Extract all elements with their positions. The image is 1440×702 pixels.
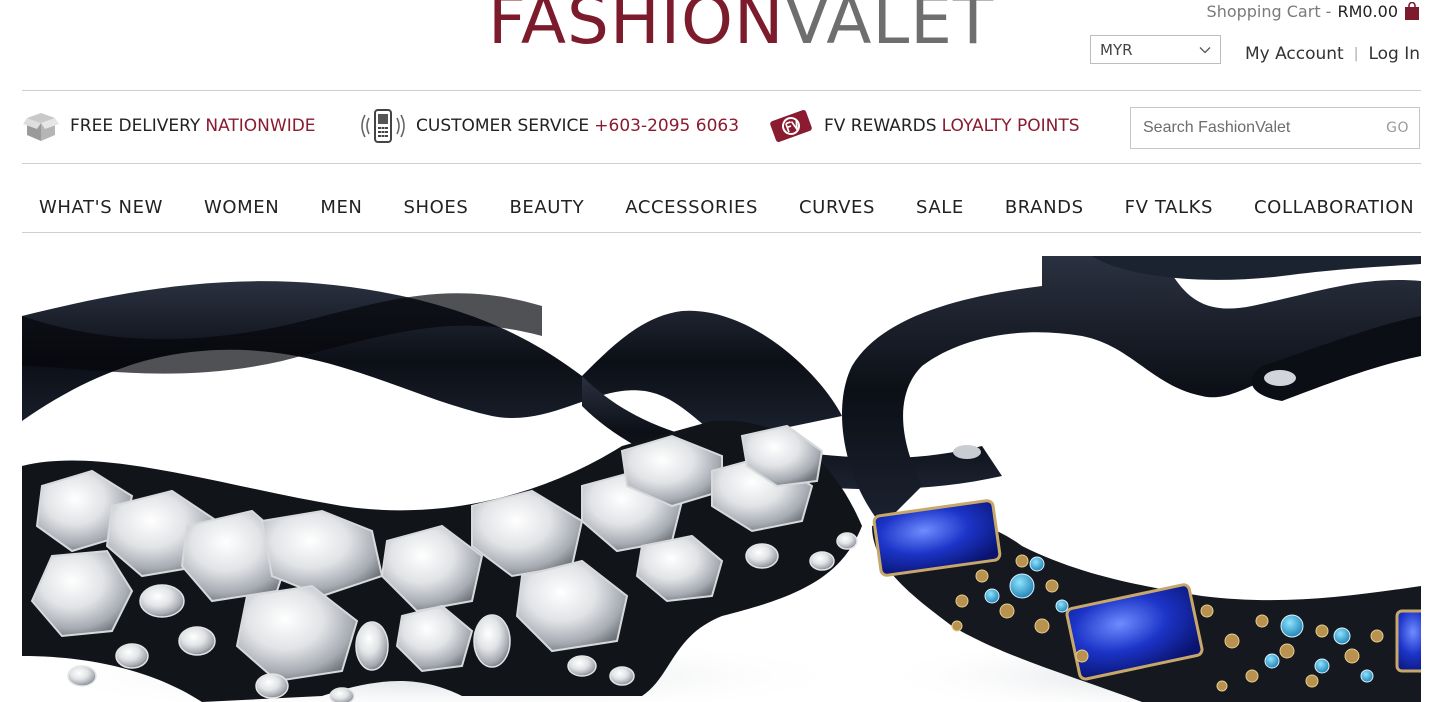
hero-banner[interactable]: [22, 256, 1421, 702]
box-icon: [23, 113, 59, 141]
delivery-highlight: NATIONWIDE: [205, 116, 316, 136]
currency-select[interactable]: MYR: [1090, 35, 1221, 64]
nav-item-women[interactable]: WOMEN: [204, 197, 279, 218]
shopping-bag-icon: [1405, 2, 1419, 20]
rewards-highlight: LOYALTY POINTS: [941, 116, 1080, 136]
header-divider: [22, 90, 1421, 91]
search-input[interactable]: [1143, 119, 1363, 137]
nav-divider: [22, 232, 1421, 233]
nav-item-curves[interactable]: CURVES: [799, 197, 875, 218]
logo-fashion: FASHION: [488, 0, 785, 59]
nav-item-shoes[interactable]: SHOES: [404, 197, 469, 218]
nav-item-brands[interactable]: BRANDS: [1005, 197, 1084, 218]
main-nav: WHAT'S NEW WOMEN MEN SHOES BEAUTY ACCESS…: [22, 187, 1421, 227]
account-links: My Account | Log In: [1245, 43, 1420, 65]
service-text: CUSTOMER SERVICE: [416, 116, 590, 136]
nav-item-beauty[interactable]: BEAUTY: [509, 197, 584, 218]
rewards-text: FV REWARDS: [824, 116, 937, 136]
delivery-text: FREE DELIVERY: [70, 116, 201, 136]
nav-item-collaboration[interactable]: COLLABORATION: [1254, 197, 1414, 218]
my-account-link[interactable]: My Account: [1245, 44, 1344, 64]
cart-amount: RM0.00: [1337, 1, 1398, 21]
search-box: GO: [1130, 107, 1420, 149]
phone-icon: [361, 109, 405, 143]
nav-item-sale[interactable]: SALE: [916, 197, 964, 218]
login-link[interactable]: Log In: [1368, 44, 1420, 64]
customer-service-info[interactable]: CUSTOMER SERVICE +603-2095 6063: [360, 104, 739, 148]
cart-label: Shopping Cart -: [1206, 1, 1332, 21]
free-delivery-info[interactable]: FREE DELIVERY NATIONWIDE: [22, 104, 316, 148]
fv-rewards-icon: [770, 110, 812, 142]
search-go-button[interactable]: GO: [1386, 120, 1409, 136]
necklace-banner-image: [22, 256, 1421, 702]
nav-item-fv-talks[interactable]: FV TALKS: [1125, 197, 1213, 218]
shopping-cart-link[interactable]: Shopping Cart - RM0.00: [1207, 0, 1420, 22]
nav-item-men[interactable]: MEN: [320, 197, 362, 218]
chevron-down-icon: [1199, 46, 1211, 53]
currency-value: MYR: [1100, 40, 1133, 59]
service-phone: +603-2095 6063: [594, 116, 740, 136]
fv-rewards-info[interactable]: FV REWARDS LOYALTY POINTS: [768, 104, 1080, 148]
fashionvalet-logo[interactable]: FASHIONVALET: [488, 0, 994, 56]
link-separator: |: [1353, 46, 1359, 62]
nav-item-whats-new[interactable]: WHAT'S NEW: [39, 197, 163, 218]
info-divider: [22, 163, 1421, 164]
logo-valet: VALET: [784, 0, 995, 59]
nav-item-accessories[interactable]: ACCESSORIES: [625, 197, 758, 218]
